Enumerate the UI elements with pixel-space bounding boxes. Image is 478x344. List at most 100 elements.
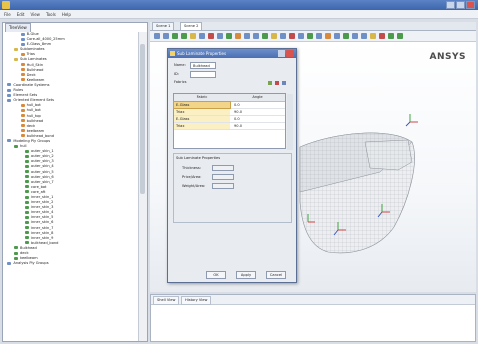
cancel-button[interactable]: Cancel	[266, 271, 286, 279]
tree-item-label: bulkhead_bond	[26, 133, 55, 138]
angle-cell[interactable]: 90.0	[232, 123, 284, 129]
toolbar-button-icon[interactable]	[163, 33, 169, 39]
tab-scene-1[interactable]: Scene 1	[152, 22, 175, 30]
toolbar-button-icon[interactable]	[253, 33, 259, 39]
toolbar-button-icon[interactable]	[325, 33, 331, 39]
toolbar-button-icon[interactable]	[334, 33, 340, 39]
toolbar-button-icon[interactable]	[217, 33, 223, 39]
tree-item-label: inner_skin_3	[31, 205, 54, 210]
tree-scroll-thumb[interactable]	[140, 44, 145, 194]
name-label: Name:	[174, 63, 186, 67]
tree-node-icon	[20, 124, 25, 128]
tree-item-label: inner_skin_7	[31, 225, 54, 230]
dialog-titlebar[interactable]: Sub Laminate Properties	[168, 49, 296, 58]
toolbar-button-icon[interactable]	[343, 33, 349, 39]
col-fabric-header[interactable]: Fabric	[174, 94, 230, 102]
angle-cell[interactable]: 90.0	[232, 109, 284, 115]
menu-file[interactable]: File	[4, 10, 11, 18]
tree-node-icon	[7, 88, 12, 92]
toolbar-button-icon[interactable]	[271, 33, 277, 39]
fabric-cell[interactable]: E-Glass	[174, 116, 230, 122]
dialog-help-button[interactable]	[278, 50, 285, 57]
tree-item-label: hull	[20, 144, 27, 149]
ok-button[interactable]: OK	[206, 271, 226, 279]
name-field[interactable]: Bulkhead	[190, 62, 216, 69]
angle-cell[interactable]: 0.0	[232, 102, 284, 108]
maximize-button[interactable]	[456, 1, 465, 9]
tree-item-label: Sublaminates	[20, 47, 45, 52]
toolbar-button-icon[interactable]	[397, 33, 403, 39]
tree-item-label: E-Glass_8mm	[26, 42, 52, 47]
col-angle-header[interactable]: Angle	[230, 94, 285, 102]
toolbar-button-icon[interactable]	[262, 33, 268, 39]
toolbar-button-icon[interactable]	[289, 33, 295, 39]
tree-item-label: Modeling Ply Groups	[13, 138, 51, 143]
tree-node-icon	[25, 236, 29, 240]
fabric-cell[interactable]: Triax	[174, 123, 230, 129]
dialog-close-button[interactable]	[286, 50, 294, 57]
toolbar-button-icon[interactable]	[208, 33, 214, 39]
menu-tools[interactable]: Tools	[46, 10, 56, 18]
menu-edit[interactable]: Edit	[17, 10, 25, 18]
tree-node-icon	[14, 256, 18, 260]
tree-tab[interactable]: TreeView	[5, 23, 31, 32]
move-row-icon[interactable]	[282, 81, 286, 85]
tree-node-icon	[25, 241, 29, 245]
tab-scene-2[interactable]: Scene 2	[180, 22, 203, 30]
table-row[interactable]: Triax 90.0	[174, 123, 285, 130]
toolbar-button-icon[interactable]	[379, 33, 385, 39]
price-area-label: Price/Area:	[182, 175, 202, 179]
ansys-logo: ANSYS	[429, 52, 466, 62]
toolbar-button-icon[interactable]	[244, 33, 250, 39]
tree-node-icon	[25, 149, 29, 153]
toolbar-button-icon[interactable]	[352, 33, 358, 39]
table-scrollbar[interactable]	[287, 94, 293, 150]
angle-cell[interactable]: 0.0	[232, 116, 284, 122]
toolbar-button-icon[interactable]	[199, 33, 205, 39]
table-row[interactable]: E-Glass 0.0	[173, 101, 285, 109]
tree-item-label: Sub Laminates	[20, 57, 47, 62]
tree-scrollbar[interactable]	[138, 32, 147, 341]
tree-node-icon	[20, 73, 25, 77]
apply-button[interactable]: Apply	[236, 271, 256, 279]
tree-item-label: core_aft	[31, 189, 46, 194]
tree-item-label: inner_skin_5	[31, 215, 54, 220]
toolbar-button-icon[interactable]	[226, 33, 232, 39]
menu-view[interactable]: View	[30, 10, 40, 18]
toolbar-button-icon[interactable]	[280, 33, 286, 39]
fabrics-label: Fabrics	[174, 80, 187, 84]
table-row[interactable]: Triax 90.0	[174, 109, 285, 116]
toolbar-button-icon[interactable]	[316, 33, 322, 39]
add-row-icon[interactable]	[268, 81, 272, 85]
tree-node-icon	[25, 215, 29, 219]
tree-item-label: outer_skin_4	[31, 164, 54, 169]
tab-history-view[interactable]: History View	[181, 296, 212, 305]
toolbar-button-icon[interactable]	[307, 33, 313, 39]
toolbar-button-icon[interactable]	[370, 33, 376, 39]
toolbar-button-icon[interactable]	[388, 33, 394, 39]
tab-shell-view[interactable]: Shell View	[153, 296, 180, 305]
tree-node-icon	[25, 154, 29, 158]
toolbar-button-icon[interactable]	[235, 33, 241, 39]
toolbar-button-icon[interactable]	[361, 33, 367, 39]
tree-node-icon	[25, 170, 29, 174]
fabric-cell[interactable]: E-Glass	[173, 101, 231, 109]
toolbar-button-icon[interactable]	[190, 33, 196, 39]
minimize-button[interactable]	[446, 1, 455, 9]
menu-help[interactable]: Help	[62, 10, 71, 18]
toolbar-button-icon[interactable]	[181, 33, 187, 39]
toolbar-button-icon[interactable]	[172, 33, 178, 39]
toolbar-button-icon[interactable]	[298, 33, 304, 39]
thickness-label: Thickness:	[182, 166, 201, 170]
tree-node-icon	[25, 164, 29, 168]
tree-item[interactable]: Analysis Ply Groups	[3, 261, 139, 266]
tree-item-label: deck	[20, 251, 29, 256]
id-field[interactable]	[190, 71, 216, 78]
toolbar-button-icon[interactable]	[154, 33, 160, 39]
table-row[interactable]: E-Glass 0.0	[174, 116, 285, 123]
fabric-cell[interactable]: Triax	[174, 109, 230, 115]
tree-node-icon	[20, 78, 25, 82]
close-button[interactable]	[466, 1, 475, 9]
tree-node-icon	[25, 200, 29, 204]
delete-row-icon[interactable]	[275, 81, 279, 85]
